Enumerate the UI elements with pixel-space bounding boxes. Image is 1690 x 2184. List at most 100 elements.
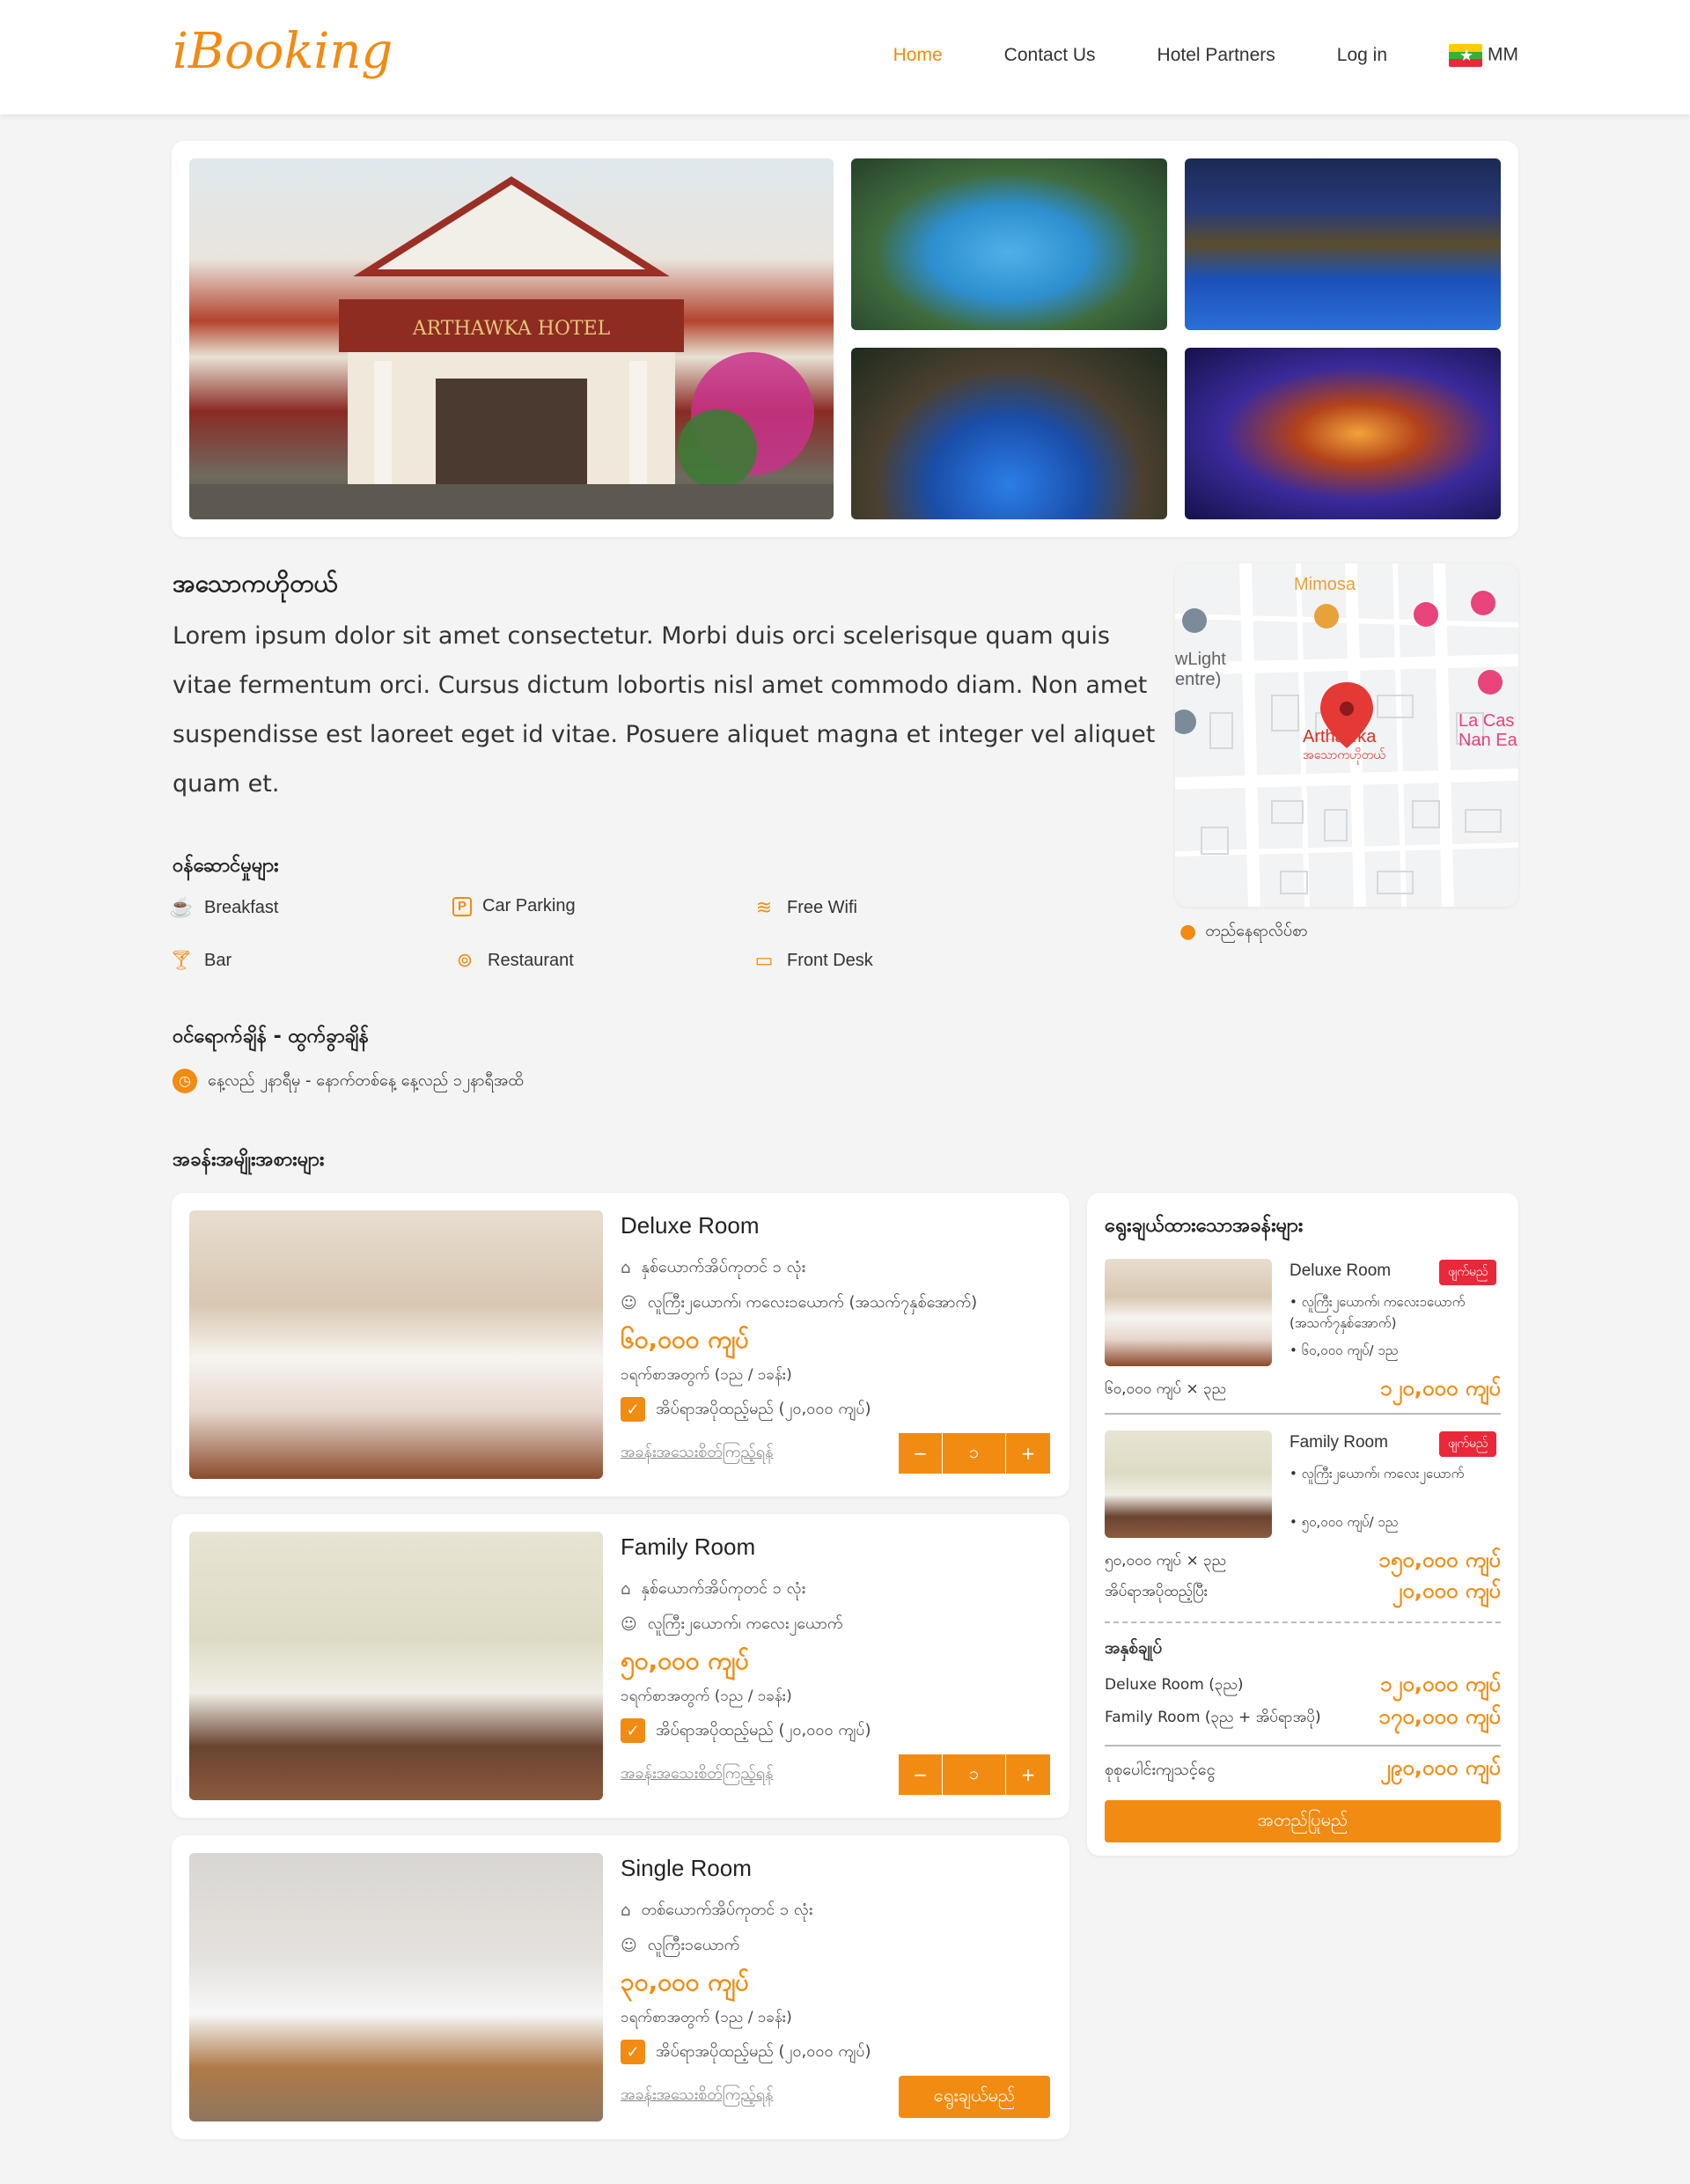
hotel-building-illustration: ARTHAWKA HOTEL [189, 176, 834, 519]
dashed-divider [1105, 1621, 1501, 1623]
nav-home[interactable]: Home [893, 45, 943, 66]
divider [1105, 1413, 1501, 1415]
selected-room-calc: ၆၀,၀၀၀ ကျပ် × ၃ည [1105, 1380, 1227, 1398]
room-beds-text: နှစ်ယောက်အိပ်ကုတင် ၁ လုံး [641, 1579, 806, 1598]
site-logo[interactable]: iBooking [173, 23, 393, 80]
restaurant-photo[interactable] [1185, 348, 1501, 519]
extra-bed-label: အိပ်ရာအပိုထည့်မည် (၂၀,၀၀၀ ကျပ်) [656, 1720, 871, 1739]
user-icon: ☺ [621, 1615, 637, 1634]
top-navbar: iBooking Home Contact Us Hotel Partners … [0, 0, 1690, 114]
service-label: Breakfast [204, 897, 279, 917]
remove-button[interactable]: ဖျက်မည် [1439, 1260, 1497, 1285]
checkbox-checked-icon[interactable]: ✓ [621, 1718, 645, 1743]
extra-bed-option[interactable]: ✓ အိပ်ရာအပိုထည့်မည် (၂၀,၀၀၀ ကျပ်) [621, 2040, 871, 2064]
selected-family-photo [1105, 1430, 1272, 1538]
grand-total-value: ၂၉၀,၀၀၀ ကျပ် [1380, 1755, 1501, 1780]
confirm-button[interactable]: အတည်ပြုမည် [1105, 1800, 1501, 1842]
hotel-main-photo[interactable]: ARTHAWKA HOTEL [189, 158, 834, 519]
increment-button[interactable]: + [1006, 1433, 1050, 1474]
family-room-photo[interactable] [189, 1532, 603, 1800]
room-quantity-stepper: − ၁ + [899, 1433, 1050, 1474]
service-label: Restaurant [488, 950, 574, 970]
increment-button[interactable]: + [1006, 1754, 1050, 1795]
room-guests-text: လူကြီး၂ယောက်၊ ကလေး၂ယောက် [647, 1614, 843, 1633]
wifi-icon: ≋ [755, 896, 773, 918]
room-name[interactable]: Single Room [621, 1855, 752, 1882]
room-beds-text: တစ်ယောက်အိပ်ကုတင် ၁ လုံး [641, 1901, 813, 1919]
nav-hotel-partners[interactable]: Hotel Partners [1157, 45, 1275, 66]
bed-icon: ⌂ [621, 1580, 631, 1599]
decrement-button[interactable]: − [899, 1433, 943, 1474]
room-price: ၅၀,၀၀၀ ကျပ် [621, 1646, 750, 1675]
checkin-heading: ဝင်ရောက်ချိန် - ထွက်ခွာချိန် [173, 1026, 369, 1048]
selected-room-name: Deluxe Room [1290, 1261, 1392, 1280]
room-card-single: Single Room ⌂ တစ်ယောက်အိပ်ကုတင် ၁ လုံး ☺ လ… [172, 1835, 1069, 2139]
selected-room-rate-text: ၅၀,၀၀၀ ကျပ်/ ၁ည [1301, 1514, 1399, 1530]
room-details-link[interactable]: အခန်းအသေးစိတ်ကြည့်ရန် [621, 1762, 773, 1786]
pool-photo-2[interactable] [1185, 158, 1501, 330]
summary-line: Deluxe Room (၃ည) [1105, 1676, 1244, 1694]
service-free-wifi: ≋ Free Wifi [752, 896, 857, 919]
quantity-value: ၁ [943, 1433, 1006, 1474]
selected-room-total: ၁၅၀,၀၀၀ ကျပ် [1378, 1548, 1501, 1572]
services-heading: ဝန်ဆောင်မှုများ [173, 855, 279, 877]
language-label: MM [1488, 44, 1518, 65]
select-room-button[interactable]: ရွေးချယ်မည် [899, 2076, 1050, 2118]
photo-gallery: ARTHAWKA HOTEL [172, 141, 1518, 537]
checkin-text: နေ့လည် ၂နာရီမှ - နောက်တစ်နေ့ နေ့လည် ၁၂နာ… [208, 1070, 524, 1090]
room-name[interactable]: Family Room [621, 1533, 755, 1561]
hotel-name: အသောကဟိုတယ် [173, 569, 338, 598]
service-restaurant: ⊚ Restaurant [452, 949, 574, 972]
grand-total-label: စုစုပေါင်းကျသင့်ငွေ [1105, 1761, 1216, 1779]
single-room-photo[interactable] [189, 1853, 603, 2121]
deluxe-room-photo[interactable] [189, 1210, 603, 1479]
selected-rooms-panel: ရွေးချယ်ထားသောအခန်းများ Deluxe Room ဖျက်… [1087, 1193, 1518, 1856]
room-beds: ⌂ တစ်ယောက်အိပ်ကုတင် ၁ လုံး [621, 1899, 812, 1923]
selected-room-name: Family Room [1290, 1433, 1388, 1452]
map-label-centre: entre) [1175, 670, 1221, 689]
pool-photo-1[interactable] [851, 158, 1167, 330]
selected-rooms-heading: ရွေးချယ်ထားသောအခန်းများ [1105, 1215, 1304, 1237]
selected-room-rate-text: ၆၀,၀၀၀ ကျပ်/ ၁ည [1301, 1342, 1399, 1358]
room-guests: ☺ လူကြီး၂ယောက်၊ ကလေး၂ယောက် [621, 1613, 842, 1636]
location-map[interactable]: Mimosa wLight entre) Arthawka အသောကဟိုတယ… [1175, 563, 1518, 907]
location-pin-icon: ● [1179, 921, 1197, 943]
pool-photo-3[interactable] [851, 348, 1167, 519]
clock-icon: ◷ [173, 1069, 197, 1093]
selected-room-rate: • ၆၀,၀၀၀ ကျပ်/ ၁ည [1290, 1342, 1399, 1358]
room-details-link[interactable]: အခန်းအသေးစိတ်ကြည့်ရန် [621, 1441, 773, 1465]
extra-bed-option[interactable]: ✓ အိပ်ရာအပိုထည့်မည် (၂၀,၀၀၀ ကျပ်) [621, 1397, 871, 1422]
room-price-note: ၁ရက်စာအတွက် (၁ည / ၁ခန်း) [621, 2009, 792, 2026]
nav-login[interactable]: Log in [1337, 45, 1387, 66]
map-label-newlight: wLight [1175, 650, 1226, 669]
room-card-family: Family Room ⌂ နှစ်ယောက်အိပ်ကုတင် ၁ လုံး ☺… [172, 1514, 1069, 1818]
room-card-deluxe: Deluxe Room ⌂ နှစ်ယောက်အိပ်ကုတင် ၁ လုံး ☺… [172, 1193, 1069, 1496]
checkbox-checked-icon[interactable]: ✓ [621, 2040, 645, 2064]
extra-bed-label: အိပ်ရာအပိုထည့်မည် (၂၀,၀၀၀ ကျပ်) [656, 2041, 871, 2061]
service-bar: 🍸︎ Bar [169, 949, 231, 972]
room-guests: ☺ လူကြီး၁ယောက် [621, 1934, 739, 1958]
selected-room-guests-text: လူကြီး၂ယောက်၊ ကလေး၂ယောက် [1301, 1466, 1465, 1482]
service-label: Free Wifi [787, 897, 857, 917]
extra-bed-label: အိပ်ရာအပိုထည့်ပြီး [1105, 1583, 1209, 1600]
room-name[interactable]: Deluxe Room [621, 1212, 760, 1239]
map-address-link[interactable]: ● တည်နေရာလိပ်စာ [1179, 920, 1308, 944]
extra-bed-label: အိပ်ရာအပိုထည့်မည် (၂၀,၀၀၀ ကျပ်) [656, 1399, 871, 1418]
map-label-mimosa: Mimosa [1294, 575, 1356, 594]
selected-deluxe-photo [1105, 1259, 1272, 1366]
nav-contact[interactable]: Contact Us [1004, 45, 1096, 66]
extra-bed-option[interactable]: ✓ အိပ်ရာအပိုထည့်မည် (၂၀,၀၀၀ ကျပ်) [621, 1718, 871, 1743]
remove-button[interactable]: ဖျက်မည် [1439, 1431, 1497, 1457]
room-beds: ⌂ နှစ်ယောက်အိပ်ကုတင် ၁ လုံး [621, 1577, 805, 1601]
user-icon: ☺ [621, 1937, 637, 1955]
checkbox-checked-icon[interactable]: ✓ [621, 1397, 645, 1422]
hotel-description: Lorem ipsum dolor sit amet consectetur. … [173, 622, 1156, 798]
language-switch[interactable]: ★ MM [1449, 44, 1518, 67]
decrement-button[interactable]: − [899, 1754, 943, 1795]
service-car-parking: P Car Parking [452, 896, 576, 916]
room-beds: ⌂ နှစ်ယောက်အိပ်ကုတင် ၁ လုံး [621, 1256, 805, 1280]
room-price-note: ၁ရက်စာအတွက် (၁ည / ၁ခန်း) [621, 1366, 792, 1384]
user-icon: ☺ [621, 1294, 637, 1313]
selected-room-guests: • လူကြီး၂ယောက်၊ ကလေး၁ယောက် (အသက်၇နှစ်အော… [1290, 1294, 1466, 1331]
room-details-link[interactable]: အခန်းအသေးစိတ်ကြည့်ရန် [621, 2084, 773, 2107]
